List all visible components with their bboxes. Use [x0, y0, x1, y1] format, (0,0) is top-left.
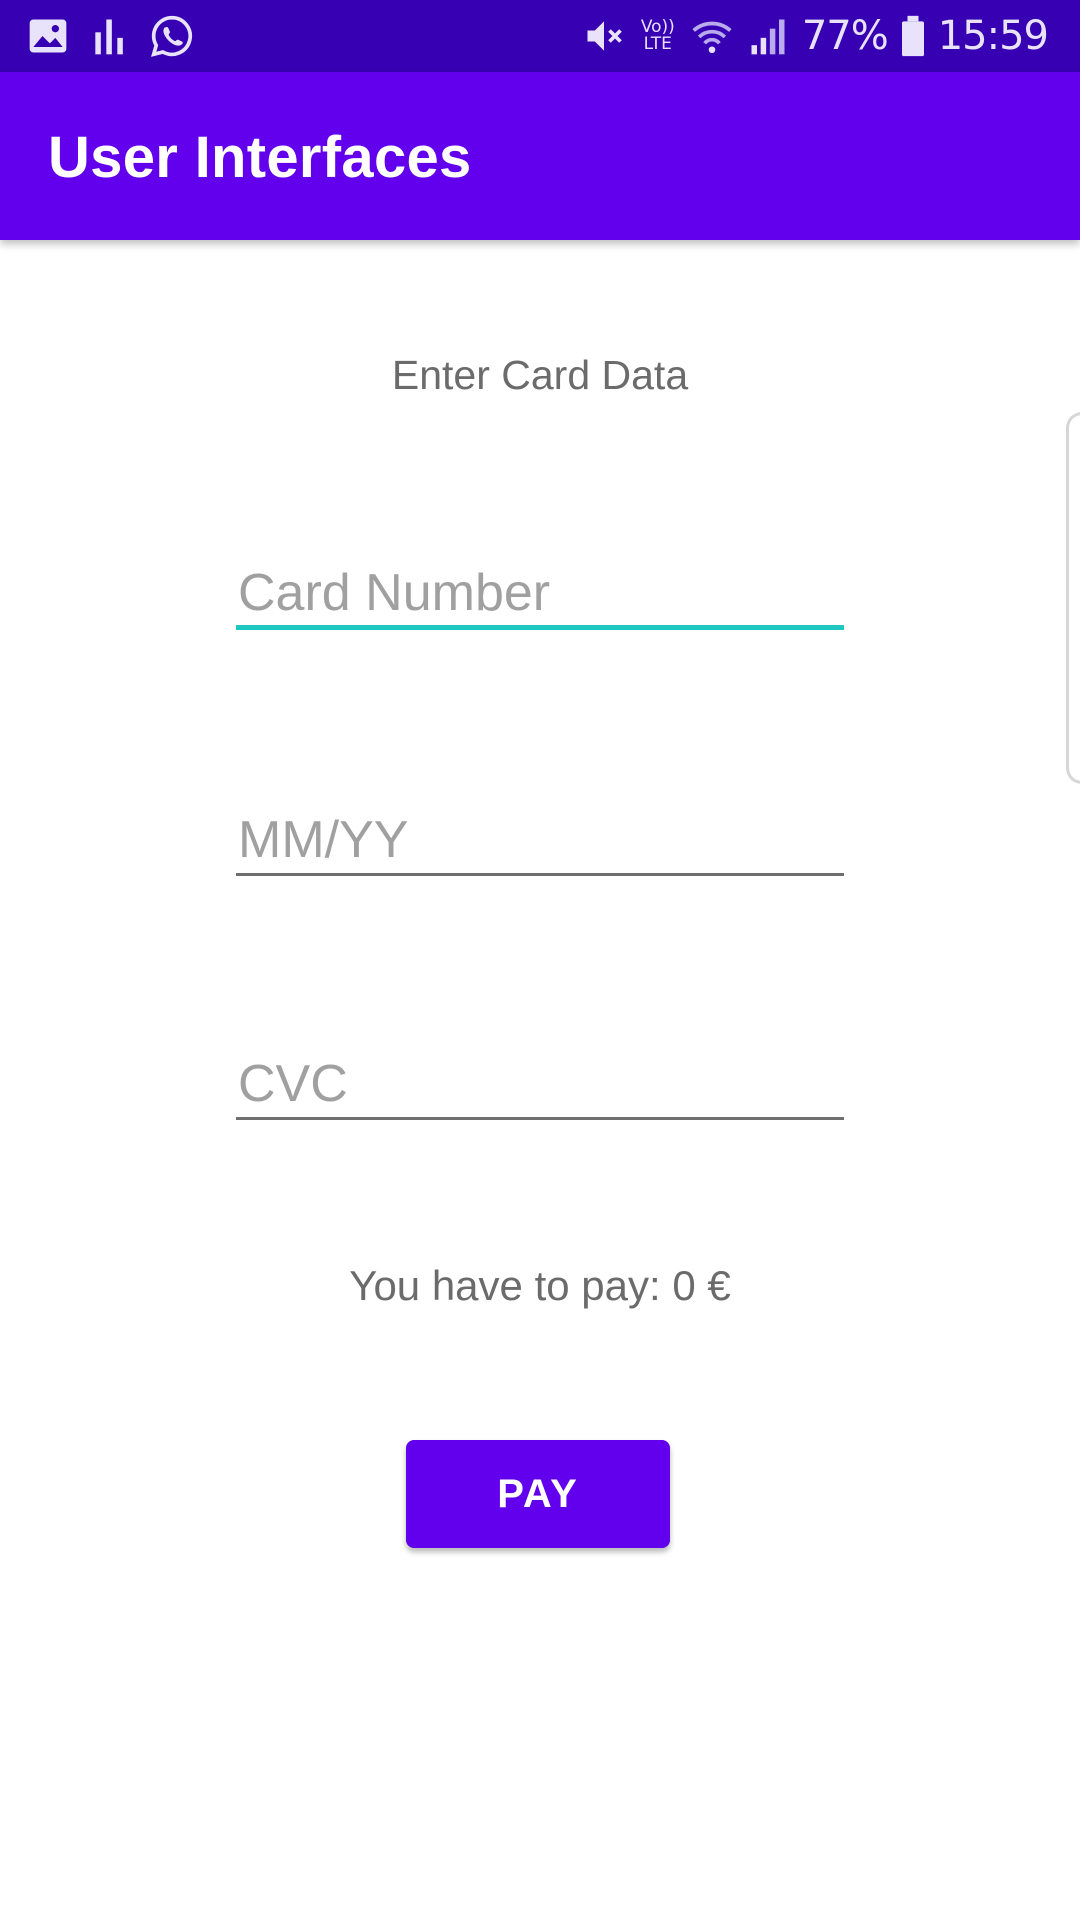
cvc-input[interactable] [236, 1050, 844, 1120]
app-title: User Interfaces [48, 125, 472, 190]
card-number-input[interactable] [236, 560, 844, 630]
whatsapp-icon [150, 14, 194, 58]
form-heading: Enter Card Data [391, 352, 689, 398]
status-bar-left [26, 14, 194, 58]
app-bar: User Interfaces [0, 72, 1080, 240]
battery-percentage: 77% [801, 13, 889, 59]
wifi-icon [690, 14, 734, 58]
status-bar-right: Vo)) LTE 77% 15:59 [582, 0, 1049, 72]
mute-icon [582, 14, 626, 58]
edge-panel-handle[interactable] [1066, 412, 1080, 784]
battery-icon [900, 14, 926, 58]
amount-due-text: You have to pay: 0 € [349, 1262, 731, 1309]
status-bar: Vo)) LTE 77% 15:59 [0, 0, 1080, 72]
pay-button[interactable]: PAY [406, 1440, 670, 1548]
volte-line2: LTE [643, 34, 672, 54]
volte-icon: Vo)) LTE [638, 19, 678, 53]
gallery-icon [26, 14, 70, 58]
clock: 15:59 [937, 13, 1049, 59]
expiry-date-input[interactable] [236, 806, 844, 876]
bar-chart-icon [88, 14, 132, 58]
signal-icon [746, 14, 790, 58]
